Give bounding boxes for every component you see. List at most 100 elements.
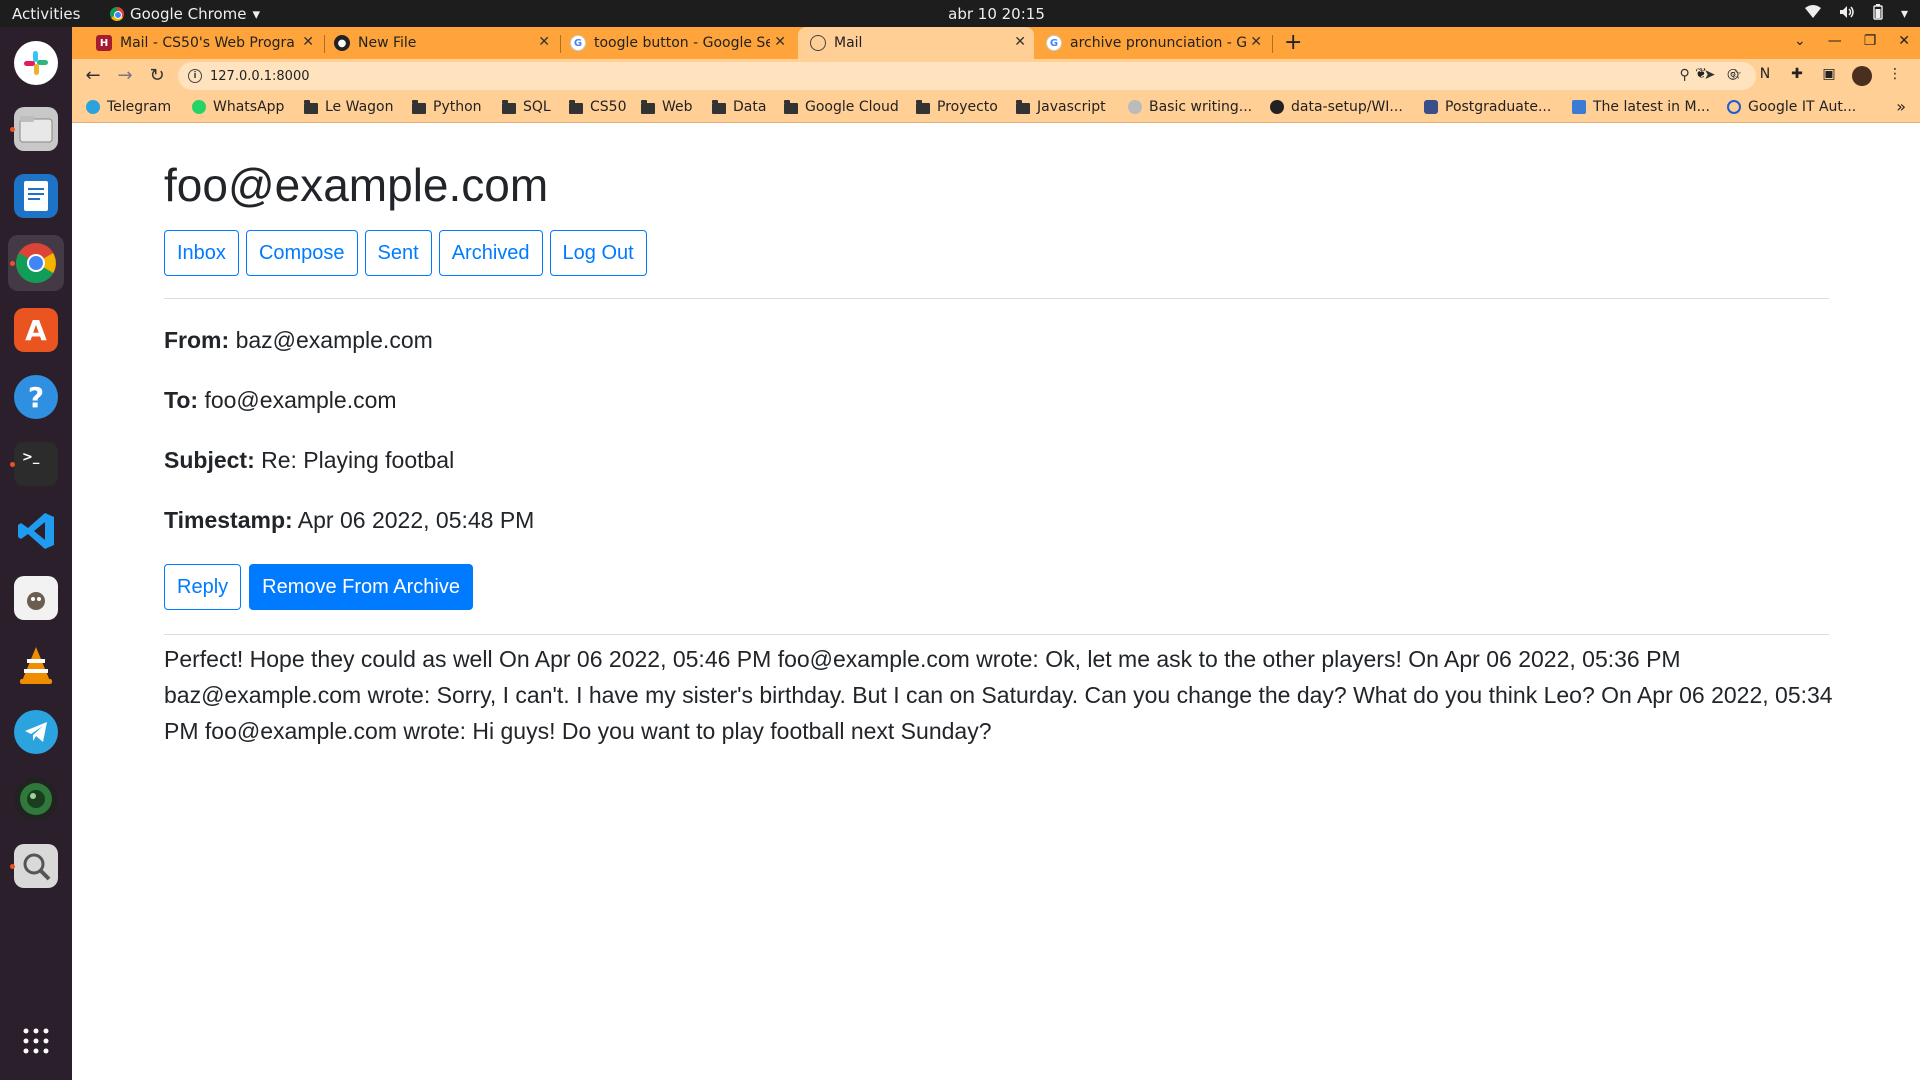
dock-slack[interactable]	[8, 35, 64, 91]
restore-icon[interactable]: ❐	[1864, 33, 1877, 49]
tab-cs50-mail[interactable]: H Mail - CS50's Web Program ✕	[90, 27, 322, 59]
close-tab-icon[interactable]: ✕	[1014, 34, 1026, 50]
divider	[164, 634, 1829, 635]
back-button[interactable]: ←	[82, 65, 104, 86]
bookmark-label: Data	[733, 99, 767, 115]
app-grid-icon	[21, 1026, 51, 1060]
bookmark-folder-data[interactable]: Data	[712, 99, 766, 115]
logout-button[interactable]: Log Out	[549, 230, 647, 276]
extensions-puzzle-icon[interactable]: ✚	[1788, 66, 1806, 86]
dock-camera[interactable]	[8, 771, 64, 827]
email-body: Perfect! Hope they could as well On Apr …	[164, 646, 1833, 744]
new-tab-button[interactable]: +	[1284, 30, 1302, 55]
tab-title: Mail	[834, 35, 863, 51]
tab-search-icon[interactable]: ⌄	[1794, 33, 1806, 49]
google-icon: G	[1046, 35, 1062, 51]
dock-gimp[interactable]	[8, 570, 64, 626]
telegram-icon	[14, 710, 58, 754]
bookmark-folder-google-cloud[interactable]: Google Cloud	[784, 99, 899, 115]
side-panel-icon[interactable]: ▣	[1820, 66, 1838, 86]
bookmark-label: Python	[433, 99, 482, 115]
notion-icon[interactable]: N	[1756, 66, 1774, 86]
dock-software[interactable]: A	[8, 302, 64, 358]
profile-avatar[interactable]	[1852, 66, 1872, 86]
user-email-heading: foo@example.com	[164, 159, 549, 211]
close-tab-icon[interactable]: ✕	[1250, 34, 1262, 50]
folder-icon	[712, 99, 726, 114]
zoom-icon[interactable]: ⚲	[1679, 67, 1689, 83]
bookmark-postgraduate[interactable]: Postgraduate...	[1424, 99, 1551, 115]
window-controls: ⌄ — ❐ ✕	[1794, 33, 1910, 49]
address-bar[interactable]: i 127.0.0.1:8000 ⚲ ➤ ☆	[178, 62, 1756, 90]
bookmark-latest-in[interactable]: The latest in M...	[1572, 99, 1710, 115]
folder-icon	[502, 99, 516, 114]
divider	[164, 298, 1829, 299]
tab-new-file[interactable]: ● New File ✕	[326, 27, 558, 59]
bookmark-label: data-setup/WI...	[1291, 99, 1403, 115]
sent-button[interactable]: Sent	[364, 230, 432, 276]
wifi-icon	[1804, 5, 1821, 23]
dock-help[interactable]: ?	[8, 369, 64, 425]
remove-from-archive-button[interactable]: Remove From Archive	[249, 564, 473, 610]
close-tab-icon[interactable]: ✕	[774, 34, 786, 50]
bookmark-folder-sql[interactable]: SQL	[502, 99, 551, 115]
tab-archive-pronunciation[interactable]: G archive pronunciation - Go ✕	[1038, 27, 1270, 59]
show-apps-button[interactable]	[8, 1015, 64, 1071]
dock-writer[interactable]	[8, 168, 64, 224]
gimp-icon	[14, 576, 58, 620]
bookmark-folder-proyecto[interactable]: Proyecto	[916, 99, 998, 115]
extension-leaf-icon[interactable]: ❦	[1692, 66, 1710, 86]
bookmark-whatsapp[interactable]: WhatsApp	[192, 99, 284, 115]
tab-toggle-search[interactable]: G toogle button - Google Se ✕	[562, 27, 794, 59]
folder-icon	[1016, 99, 1030, 114]
close-tab-icon[interactable]: ✕	[538, 34, 550, 50]
inbox-button[interactable]: Inbox	[164, 230, 239, 276]
dock-vscode[interactable]	[8, 503, 64, 559]
telegram-icon	[86, 100, 100, 114]
bookmark-folder-le-wagon[interactable]: Le Wagon	[304, 99, 393, 115]
folder-icon	[916, 99, 930, 114]
bookmarks-bar: Telegram WhatsApp Le Wagon Python SQL CS…	[72, 93, 1920, 123]
dock-search-tool[interactable]	[8, 838, 64, 894]
bookmark-label: SQL	[523, 99, 551, 115]
archived-button[interactable]: Archived	[438, 230, 543, 276]
bookmark-data-setup[interactable]: data-setup/WI...	[1270, 99, 1403, 115]
dock-terminal[interactable]: >_	[8, 436, 64, 492]
minimize-icon[interactable]: —	[1828, 33, 1842, 49]
bookmark-label: Telegram	[107, 99, 172, 115]
bookmark-folder-web[interactable]: Web	[641, 99, 693, 115]
terminal-icon: >_	[14, 442, 58, 486]
software-center-icon: A	[14, 308, 58, 352]
vscode-icon	[14, 509, 58, 553]
bookmark-google-it[interactable]: Google IT Aut...	[1727, 99, 1856, 115]
extension-translate-icon[interactable]: ◎	[1724, 66, 1742, 86]
bookmark-folder-cs50[interactable]: CS50	[569, 99, 626, 115]
tab-mail[interactable]: Mail ✕	[798, 27, 1034, 59]
dock-files[interactable]	[8, 101, 64, 157]
clock[interactable]: abr 10 20:15	[0, 5, 1920, 23]
bookmark-folder-python[interactable]: Python	[412, 99, 482, 115]
bookmark-basic-writing[interactable]: Basic writing...	[1128, 99, 1252, 115]
reload-button[interactable]: ↻	[146, 65, 168, 86]
reply-button[interactable]: Reply	[164, 564, 242, 610]
system-tray[interactable]: ▾	[1804, 4, 1908, 24]
close-window-icon[interactable]: ✕	[1898, 33, 1910, 49]
bookmark-label: WhatsApp	[213, 99, 285, 115]
more-menu-icon[interactable]: ⋮	[1886, 66, 1904, 86]
github-icon	[1128, 100, 1142, 114]
compose-button[interactable]: Compose	[245, 230, 358, 276]
bookmark-folder-javascript[interactable]: Javascript	[1016, 99, 1106, 115]
bookmarks-overflow-icon[interactable]: »	[1896, 97, 1906, 116]
forward-button[interactable]: →	[114, 65, 136, 86]
dock-chrome[interactable]	[8, 235, 64, 291]
bookmark-label: CS50	[590, 99, 627, 115]
site-info-icon[interactable]: i	[188, 69, 202, 83]
dock-vlc[interactable]	[8, 637, 64, 693]
browser-toolbar: ← → ↻ i 127.0.0.1:8000 ⚲ ➤ ☆ ❦ ◎ N ✚ ▣ ⋮	[72, 59, 1920, 93]
shield-icon	[1424, 100, 1438, 114]
close-tab-icon[interactable]: ✕	[302, 34, 314, 50]
bookmark-telegram[interactable]: Telegram	[86, 99, 171, 115]
dock-telegram[interactable]	[8, 704, 64, 760]
chrome-icon	[14, 241, 58, 285]
email-subject: Subject: Re: Playing footbal	[164, 447, 454, 474]
